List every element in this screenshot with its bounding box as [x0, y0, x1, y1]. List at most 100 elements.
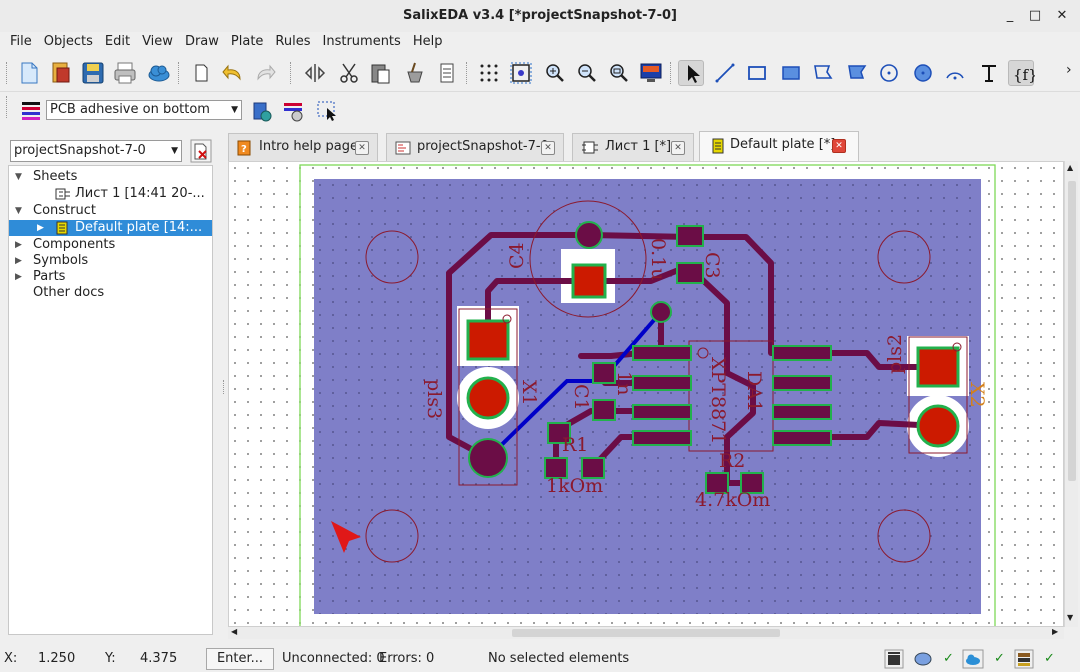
project-select[interactable]: projectSnapshot-7-0 ▼ [10, 140, 182, 162]
menu-plate[interactable]: Plate [225, 32, 270, 52]
tree-label: Construct [33, 203, 96, 218]
vertical-scrollbar[interactable]: ▲ ▼ [1064, 161, 1078, 627]
cloud-icon[interactable] [146, 60, 172, 86]
line-tool-icon[interactable] [712, 60, 738, 86]
circle-tool-icon[interactable] [876, 60, 902, 86]
undo-icon[interactable] [220, 60, 246, 86]
clean-icon[interactable] [402, 60, 428, 86]
layer-select-value: PCB adhesive on bottom [50, 102, 210, 117]
toolbar-grip [6, 62, 8, 84]
close-button[interactable]: ✕ [1050, 0, 1074, 32]
x-coord-label: X: [4, 651, 18, 666]
tree-item-parts[interactable]: ▶ Parts [9, 269, 212, 285]
text-tool-icon[interactable] [976, 60, 1002, 86]
tree-item-sheet1[interactable]: Лист 1 [14:41 20-... [9, 186, 212, 202]
scroll-left-icon[interactable]: ◀ [231, 627, 237, 636]
expand-right-icon[interactable]: ▶ [15, 237, 22, 253]
zoom-in-icon[interactable] [542, 60, 568, 86]
flip-icon[interactable] [302, 60, 328, 86]
chevron-down-icon: ▼ [231, 105, 238, 115]
x2-value: pls2 [884, 334, 906, 374]
enter-coords-button[interactable]: Enter... [206, 648, 274, 670]
menu-objects[interactable]: Objects [38, 32, 99, 52]
select-tool-button[interactable] [678, 60, 704, 86]
zoom-out-icon[interactable] [574, 60, 600, 86]
tree-item-sheets[interactable]: ▼ Sheets [9, 169, 212, 185]
redo-icon[interactable] [252, 60, 278, 86]
layer-settings-icon[interactable] [280, 98, 306, 124]
menu-view[interactable]: View [136, 32, 179, 52]
print-icon[interactable] [112, 60, 138, 86]
maximize-button[interactable]: □ [1023, 0, 1047, 32]
c4-designator: C4 [506, 242, 528, 269]
zoom-fit-icon[interactable] [508, 60, 534, 86]
close-tab-icon[interactable]: ✕ [541, 141, 555, 155]
paste-icon[interactable] [368, 60, 394, 86]
scroll-right-icon[interactable]: ▶ [1052, 627, 1058, 636]
recorder-icon[interactable] [883, 648, 905, 670]
filled-circle-tool-icon[interactable] [910, 60, 936, 86]
menu-file[interactable]: File [4, 32, 38, 52]
open-file-icon[interactable] [48, 60, 74, 86]
filled-rect-tool-icon[interactable] [778, 60, 804, 86]
close-tab-icon[interactable]: ✕ [832, 139, 846, 153]
layer-stack-icon[interactable] [248, 98, 274, 124]
layer-select[interactable]: PCB adhesive on bottom ▼ [46, 100, 242, 120]
new-file-icon[interactable] [16, 60, 42, 86]
tree-item-default-plate[interactable]: ▶ Default plate [14:... [9, 220, 212, 236]
horizontal-scrollbar[interactable]: ◀ ▶ [228, 627, 1064, 639]
expand-down-icon[interactable]: ▼ [15, 169, 22, 185]
expand-down-icon[interactable]: ▼ [15, 203, 22, 219]
cloud-status-icon[interactable] [962, 648, 984, 670]
minimize-button[interactable]: _ [998, 0, 1022, 32]
polygon-tool-icon[interactable] [810, 60, 836, 86]
menu-instruments[interactable]: Instruments [317, 32, 407, 52]
tab-sheet1[interactable]: Лист 1 [*] ✕ [572, 133, 694, 161]
filled-polygon-tool-icon[interactable] [844, 60, 870, 86]
close-project-icon[interactable] [190, 139, 212, 163]
zoom-window-icon[interactable] [606, 60, 632, 86]
vertical-scroll-thumb[interactable] [1068, 181, 1076, 481]
tree-item-components[interactable]: ▶ Components [9, 237, 212, 253]
splitter-handle[interactable] [223, 380, 226, 394]
pcb-canvas[interactable]: C4 C3 0.1u C1 1n R1 1kOm R2 4.7kOm DA1 X… [228, 161, 1064, 627]
scroll-up-icon[interactable]: ▲ [1067, 163, 1073, 172]
tab-intro-help[interactable]: ? Intro help page ✕ [228, 133, 378, 161]
grid-icon[interactable] [476, 60, 502, 86]
select-arrow-icon [688, 65, 700, 83]
cut-icon[interactable] [336, 60, 362, 86]
toolbar-overflow-icon[interactable]: › [1066, 62, 1072, 78]
arc-tool-icon[interactable] [942, 60, 968, 86]
r2-designator: R2 [719, 450, 745, 472]
monitor-icon[interactable] [638, 60, 664, 86]
brain-icon[interactable] [912, 648, 934, 670]
menu-draw[interactable]: Draw [179, 32, 225, 52]
list-icon[interactable] [434, 60, 460, 86]
menu-rules[interactable]: Rules [269, 32, 316, 52]
pcb-view[interactable]: C4 C3 0.1u C1 1n R1 1kOm R2 4.7kOm DA1 X… [229, 162, 1064, 627]
menu-edit[interactable]: Edit [99, 32, 136, 52]
layer-select-tool-icon[interactable] [314, 98, 340, 124]
expand-right-icon[interactable]: ▶ [15, 253, 22, 269]
close-tab-icon[interactable]: ✕ [671, 141, 685, 155]
scroll-down-icon[interactable]: ▼ [1067, 613, 1073, 622]
new-page-icon[interactable] [188, 60, 214, 86]
tree-item-other-docs[interactable]: Other docs [9, 285, 212, 301]
tree-item-symbols[interactable]: ▶ Symbols [9, 253, 212, 269]
tab-default-plate[interactable]: Default plate [*] ✕ [699, 131, 859, 162]
tab-project-snapshot[interactable]: projectSnapshot-7-0 ✕ [386, 133, 564, 161]
tree-item-construct[interactable]: ▼ Construct [9, 203, 212, 219]
rect-tool-icon[interactable] [744, 60, 770, 86]
svg-text:?: ? [241, 144, 247, 155]
save-icon[interactable] [80, 60, 106, 86]
menu-help[interactable]: Help [407, 32, 449, 52]
expand-right-icon[interactable]: ▶ [15, 269, 22, 285]
check-icon: ✓ [943, 651, 954, 666]
svg-text:{f}: {f} [1013, 66, 1035, 84]
horizontal-scroll-thumb[interactable] [512, 629, 780, 637]
layers-icon[interactable] [18, 98, 44, 124]
close-tab-icon[interactable]: ✕ [355, 141, 369, 155]
field-tool-button[interactable]: {f} [1008, 60, 1038, 86]
library-icon[interactable] [1013, 648, 1035, 670]
expand-right-icon[interactable]: ▶ [37, 220, 44, 236]
